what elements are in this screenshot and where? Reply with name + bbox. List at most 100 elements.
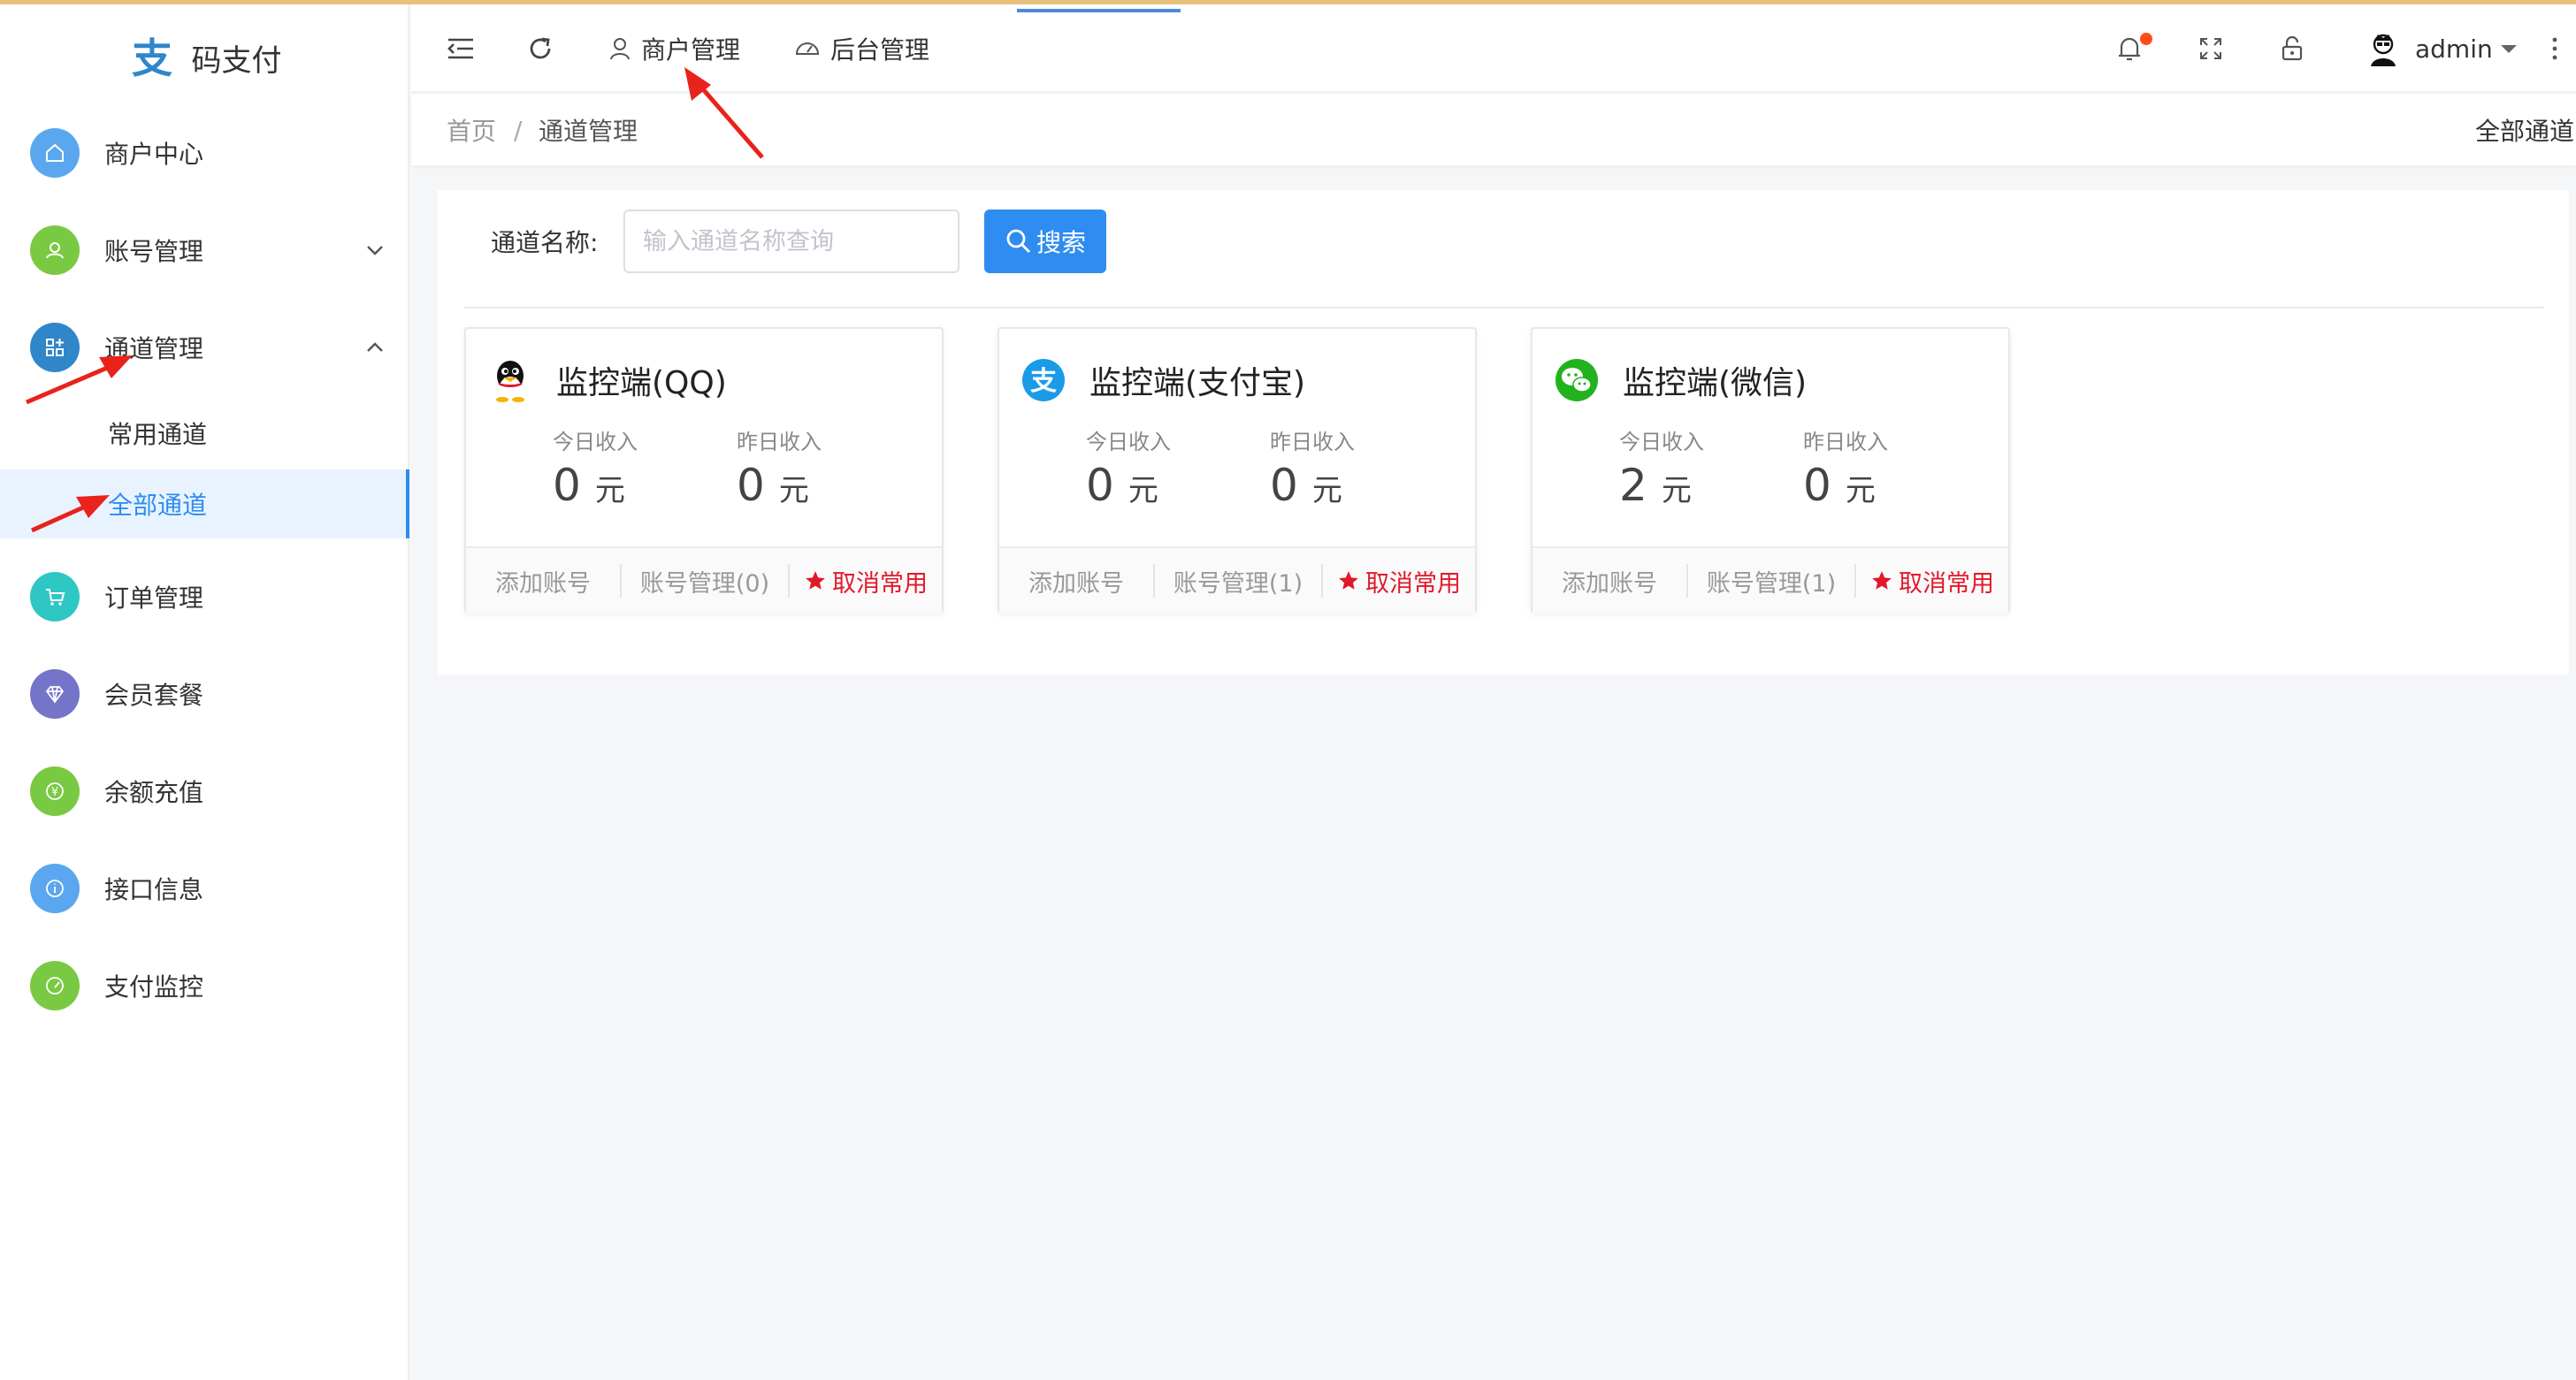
breadcrumb-current: 通道管理 — [539, 117, 638, 146]
sidebar-subitem-label: 全部通道 — [108, 491, 208, 520]
breadcrumb: 首页 / 通道管理 全部通道 — [411, 95, 2576, 165]
sidebar-subitem-all-channels[interactable]: 全部通道 — [0, 469, 409, 538]
active-tab-indicator — [1017, 9, 1181, 12]
sidebar-item-membership[interactable]: 会员套餐 — [0, 659, 409, 729]
sidebar: 支 码支付 商户中心 账号管理 通道管理 常用通道 全部通道 订单管理 会员套餐… — [0, 4, 409, 1380]
card-title: 监控端(QQ) — [556, 365, 727, 401]
sidebar-subitem-common-channels[interactable]: 常用通道 — [0, 399, 409, 468]
yesterday-income: 0 元 — [737, 460, 809, 511]
currency-unit: 元 — [594, 473, 625, 508]
refresh-button[interactable] — [524, 4, 556, 93]
sidebar-item-recharge[interactable]: ¥ 余额充值 — [0, 756, 409, 827]
username: admin — [2415, 34, 2493, 64]
today-income-value: 2 — [1619, 460, 1647, 511]
yesterday-income: 0 元 — [1270, 460, 1342, 511]
sidebar-item-orders[interactable]: 订单管理 — [0, 561, 409, 632]
remove-favorite-label: 取消常用 — [1899, 569, 1994, 598]
logo-icon: 支 — [128, 34, 176, 81]
sidebar-item-channels[interactable]: 通道管理 — [0, 312, 409, 383]
qq-icon — [487, 357, 533, 403]
sidebar-item-label: 商户中心 — [104, 140, 204, 169]
content-panel: 通道名称: 搜索 监控端(QQ) 今日收入 昨日收入 0 — [438, 190, 2569, 675]
search-button[interactable]: 搜索 — [984, 210, 1106, 273]
add-account-button[interactable]: 添加账号 — [466, 547, 620, 614]
tab-merchant[interactable]: 商户管理 — [608, 4, 740, 93]
search-label: 通道名称: — [491, 228, 599, 257]
today-income-label: 今日收入 — [1086, 430, 1171, 454]
user-icon — [610, 38, 630, 60]
manage-accounts-button[interactable]: 账号管理(1) — [1688, 547, 1854, 614]
svg-text:¥: ¥ — [51, 786, 58, 799]
yesterday-income-label: 昨日收入 — [1270, 430, 1355, 454]
cart-icon — [30, 572, 80, 621]
star-icon — [806, 571, 825, 590]
caret-down-icon — [2500, 45, 2517, 53]
star-icon — [1872, 571, 1892, 590]
collapse-menu-button[interactable] — [445, 4, 477, 93]
today-income: 0 元 — [1086, 460, 1158, 511]
currency-unit: 元 — [778, 473, 809, 508]
svg-text:支: 支 — [132, 34, 172, 81]
remove-favorite-button[interactable]: 取消常用 — [790, 547, 942, 614]
sidebar-subitem-label: 常用通道 — [108, 420, 208, 449]
yesterday-income-value: 0 — [1803, 460, 1831, 511]
sidebar-item-label: 支付监控 — [104, 972, 204, 1002]
manage-accounts-button[interactable]: 账号管理(1) — [1155, 547, 1321, 614]
remove-favorite-button[interactable]: 取消常用 — [1856, 547, 2008, 614]
sidebar-item-payment-monitor[interactable]: 支付监控 — [0, 950, 409, 1021]
search-icon — [1006, 229, 1031, 254]
search-input[interactable] — [623, 210, 959, 273]
breadcrumb-separator: / — [514, 115, 523, 145]
card-footer: 添加账号 账号管理(1) 取消常用 — [999, 546, 1475, 614]
yesterday-income-label: 昨日收入 — [737, 430, 822, 454]
search-button-label: 搜索 — [1036, 229, 1086, 256]
info-icon — [30, 864, 80, 913]
dashboard-icon — [795, 42, 820, 55]
manage-accounts-button[interactable]: 账号管理(0) — [622, 547, 788, 614]
alipay-icon: 支 — [1020, 357, 1066, 403]
sidebar-item-merchant-center[interactable]: 商户中心 — [0, 118, 409, 188]
svg-text:支: 支 — [1030, 366, 1057, 397]
user-icon — [30, 225, 80, 275]
notification-dot — [2140, 33, 2152, 45]
sidebar-item-label: 接口信息 — [104, 875, 204, 904]
top-header: 商户管理 后台管理 admin — [411, 4, 2576, 93]
today-income-value: 0 — [553, 460, 581, 511]
sidebar-item-label: 余额充值 — [104, 778, 204, 807]
user-menu[interactable]: admin — [2364, 4, 2519, 93]
chevron-down-icon — [367, 246, 383, 255]
page-title-right: 全部通道 — [2474, 117, 2574, 146]
notifications-button[interactable] — [2114, 4, 2152, 93]
yen-icon: ¥ — [30, 766, 80, 816]
gauge-icon — [30, 961, 80, 1010]
yesterday-income-value: 0 — [1270, 460, 1298, 511]
tab-label: 后台管理 — [830, 35, 930, 65]
channel-card-alipay: 支 监控端(支付宝) 今日收入 昨日收入 0 元 0 元 添加账号 账号管理(1… — [998, 327, 1477, 614]
add-account-button[interactable]: 添加账号 — [1533, 547, 1686, 614]
more-vertical-icon — [2552, 37, 2557, 60]
sidebar-item-label: 账号管理 — [104, 237, 204, 266]
card-header: 支 监控端(支付宝) — [1020, 354, 1305, 407]
lock-icon — [2282, 35, 2303, 61]
sidebar-item-accounts[interactable]: 账号管理 — [0, 215, 409, 286]
tab-admin[interactable]: 后台管理 — [793, 4, 929, 93]
currency-unit: 元 — [1311, 473, 1342, 508]
avatar — [2371, 34, 2396, 66]
fullscreen-button[interactable] — [2196, 4, 2226, 93]
refresh-icon — [530, 37, 551, 59]
currency-unit: 元 — [1661, 473, 1692, 508]
currency-unit: 元 — [1845, 473, 1876, 508]
add-account-button[interactable]: 添加账号 — [999, 547, 1153, 614]
app-name: 码支付 — [191, 42, 282, 79]
sidebar-item-api-info[interactable]: 接口信息 — [0, 853, 409, 924]
remove-favorite-button[interactable]: 取消常用 — [1323, 547, 1475, 614]
logo[interactable]: 支 码支付 — [0, 22, 409, 93]
lock-screen-button[interactable] — [2277, 4, 2307, 93]
today-income-label: 今日收入 — [553, 430, 638, 454]
tab-label: 商户管理 — [641, 35, 741, 65]
sidebar-item-label: 会员套餐 — [104, 681, 204, 710]
more-button[interactable] — [2549, 4, 2560, 93]
card-title: 监控端(支付宝) — [1089, 365, 1306, 401]
breadcrumb-home[interactable]: 首页 — [447, 95, 496, 165]
apps-icon — [30, 323, 80, 372]
